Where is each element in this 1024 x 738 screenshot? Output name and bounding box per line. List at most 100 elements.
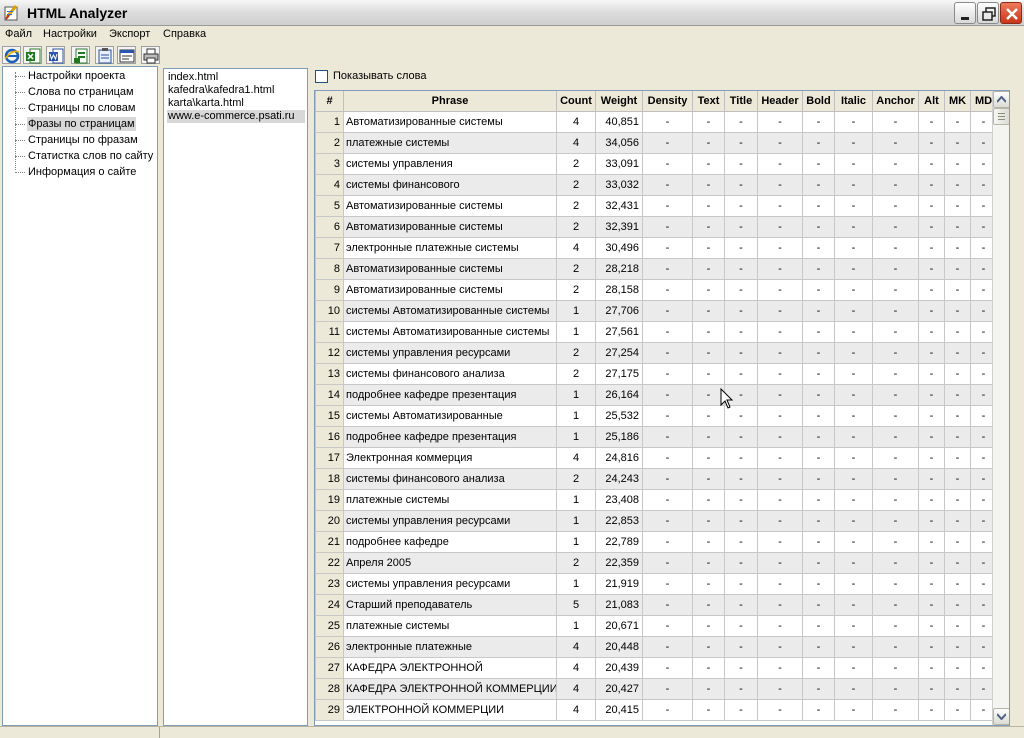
excel-export-button[interactable] [71,46,90,64]
table-row[interactable]: 2 платежные системы 4 34,056- - - - - - - - - - [315,131,997,154]
table-row[interactable]: 23 системы управления ресурсами 1 21,919- - -… [315,572,997,595]
table-row[interactable]: 14 подробнее кафедре презентация 1 26,164- -… [315,383,997,406]
table-row[interactable]: 25 платежные системы 1 20,671- - - - - - - - - - [315,614,997,637]
metric-cell: - [918,509,945,532]
title-bar[interactable]: HTML Analyzer [0,0,1024,26]
table-row[interactable]: 29 ЭЛЕКТРОННОЙ КОММЕРЦИИ 4 20,415- - - - - - - - - - [315,698,997,721]
column-header-mk[interactable]: MK [944,91,971,112]
clipboard-button[interactable] [95,46,114,64]
metric-cell: - [918,257,945,280]
table-row[interactable]: 13 системы финансового анализа 2 27,175- - - -… [315,362,997,385]
file-item-selected[interactable]: www.e-commerce.psati.ru [167,110,305,123]
table-row[interactable]: 10 системы Автоматизированные системы 1 27,… [315,299,997,322]
table-row[interactable]: 4 системы финансового 2 33,032- - - - - - - - - - [315,173,997,196]
table-row[interactable]: 18 системы финансового анализа 2 24,243- - - -… [315,467,997,490]
show-words-label[interactable]: Показывать слова [333,70,426,82]
table-row[interactable]: 15 системы Автоматизированные 1 25,532- - - - -… [315,404,997,427]
column-header-text[interactable]: Text [692,91,725,112]
row-index-cell: 7 [315,236,344,259]
column-header-index[interactable]: # [315,91,344,112]
column-header-anchor[interactable]: Anchor [872,91,919,112]
splitter[interactable] [159,727,160,738]
report-icon [119,49,135,63]
column-header-italic[interactable]: Italic [834,91,873,112]
weight-cell: 32,431 [595,194,643,217]
scroll-up-button[interactable] [993,91,1009,108]
scroll-thumb[interactable] [993,108,1009,125]
weight-cell: 27,706 [595,299,643,322]
column-header-title[interactable]: Title [724,91,758,112]
weight-cell: 22,359 [595,551,643,574]
column-header-weight[interactable]: Weight [595,91,643,112]
column-header-density[interactable]: Density [642,91,693,112]
word-button[interactable] [46,46,65,64]
table-row[interactable]: 9 Автоматизированные системы 2 28,158- - - - - -… [315,278,997,301]
metric-cell: - [918,131,945,154]
close-button[interactable] [1000,2,1022,24]
table-row[interactable]: 8 Автоматизированные системы 2 28,218- - - - - -… [315,257,997,280]
table-row[interactable]: 11 системы Автоматизированные системы 1 27,… [315,320,997,343]
file-item[interactable]: karta\karta.html [167,97,305,110]
metric-cell: - [642,299,693,322]
metric-cell: - [944,173,971,196]
metric-cell: - [642,488,693,511]
metric-cell: - [642,404,693,427]
column-header-alt[interactable]: Alt [918,91,945,112]
excel-icon [26,48,41,64]
menu-help[interactable]: Справка [163,28,206,40]
table-row[interactable]: 28 КАФЕДРА ЭЛЕКТРОННОЙ КОММЕРЦИИ 4 20,427- -… [315,677,997,700]
table-row[interactable]: 22 Апреля 2005 2 22,359- - - - - - - - - - [315,551,997,574]
vertical-scrollbar[interactable] [992,91,1009,725]
table-row[interactable]: 27 КАФЕДРА ЭЛЕКТРОННОЙ 4 20,439- - - - - - - - - - [315,656,997,679]
phrase-cell: КАФЕДРА ЭЛЕКТРОННОЙ [343,656,557,679]
metric-cell: - [692,173,725,196]
excel-button[interactable] [23,46,42,64]
metric-cell: - [944,257,971,280]
print-button[interactable] [141,46,160,64]
weight-cell: 24,243 [595,467,643,490]
show-words-checkbox[interactable] [315,70,328,83]
metric-cell: - [918,299,945,322]
file-list[interactable]: index.html kafedra\kafedra1.html karta\k… [163,68,308,726]
table-row[interactable]: 7 электронные платежные системы 4 30,496- - -… [315,236,997,259]
minimize-button[interactable] [954,2,976,24]
table-row[interactable]: 12 системы управления ресурсами 2 27,254- - -… [315,341,997,364]
scroll-down-button[interactable] [993,708,1009,725]
menu-settings[interactable]: Настройки [43,28,97,40]
phrase-cell: системы финансового [343,173,557,196]
column-header-phrase[interactable]: Phrase [343,91,557,112]
metric-cell: - [724,131,758,154]
ie-button[interactable] [2,46,21,64]
table-row[interactable]: 26 электронные платежные 4 20,448- - - - - - - - - - [315,635,997,658]
restore-button[interactable] [977,2,999,24]
table-row[interactable]: 17 Электронная коммерция 4 24,816- - - - - - - - - - [315,446,997,469]
column-header-count[interactable]: Count [556,91,596,112]
file-item[interactable]: index.html [167,71,305,84]
metric-cell: - [944,131,971,154]
table-row[interactable]: 1 Автоматизированные системы 4 40,851- - - - - -… [315,110,997,133]
navigation-tree[interactable]: Настройки проекта Слова по страницам Стр… [2,66,158,726]
table-row[interactable]: 6 Автоматизированные системы 2 32,391- - - - - -… [315,215,997,238]
menu-file[interactable]: Файл [5,28,32,40]
file-item[interactable]: kafedra\kafedra1.html [167,84,305,97]
row-index-cell: 6 [315,215,344,238]
metric-cell: - [802,635,835,658]
weight-cell: 28,218 [595,257,643,280]
column-header-bold[interactable]: Bold [802,91,835,112]
table-row[interactable]: 20 системы управления ресурсами 1 22,853- - -… [315,509,997,532]
table-row[interactable]: 24 Старший преподаватель 5 21,083- - - - - - - - - - [315,593,997,616]
weight-cell: 27,561 [595,320,643,343]
report-button[interactable] [117,46,136,64]
table-row[interactable]: 5 Автоматизированные системы 2 32,431- - - - - -… [315,194,997,217]
row-index-cell: 10 [315,299,344,322]
phrases-grid[interactable]: # Phrase Count Weight Density Text Title Header… [314,90,1010,726]
menu-export[interactable]: Экспорт [109,28,150,40]
metric-cell: - [692,215,725,238]
metric-cell: - [918,530,945,553]
table-header-row: # Phrase Count Weight Density Text Title Header… [315,91,997,112]
table-row[interactable]: 16 подробнее кафедре презентация 1 25,186- -… [315,425,997,448]
table-row[interactable]: 21 подробнее кафедре 1 22,789- - - - - - - - - - [315,530,997,553]
table-row[interactable]: 3 системы управления 2 33,091- - - - - - - - - - [315,152,997,175]
table-row[interactable]: 19 платежные системы 1 23,408- - - - - - - - - - [315,488,997,511]
column-header-header[interactable]: Header [757,91,803,112]
